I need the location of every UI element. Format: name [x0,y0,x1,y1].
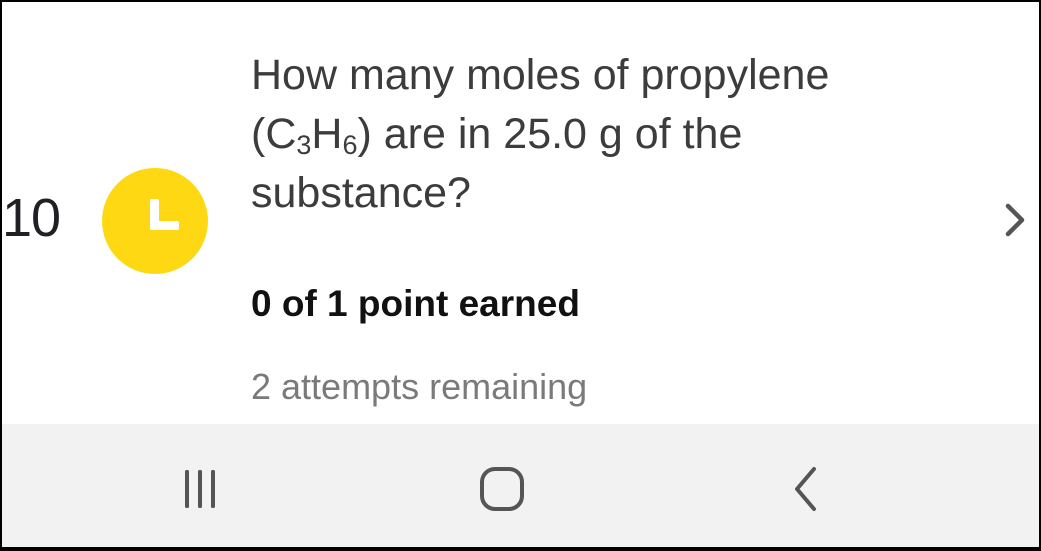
system-nav-bar [2,424,1039,547]
question-number: 10 [2,188,61,248]
clock-icon [102,168,208,274]
question-text-subscript-3: 3 [296,130,312,160]
chevron-right-icon[interactable] [996,200,1036,240]
home-icon[interactable] [467,454,537,524]
question-row[interactable]: 10 How many moles of propylene (C3H6) ar… [2,2,1039,424]
attempts-remaining: 2 attempts remaining [251,366,588,407]
back-icon[interactable] [770,454,840,524]
question-text: How many moles of propylene (C3H6) are i… [251,46,971,223]
question-text-line1: How many moles of propylene [251,51,830,99]
screen: 10 How many moles of propylene (C3H6) ar… [2,2,1039,547]
question-text-line3: substance? [251,169,471,217]
question-text-h: H [311,110,343,158]
recents-icon[interactable] [165,454,235,524]
question-text-paren-open: (C [251,110,297,158]
question-text-line2: ) are in 25.0 g of the [357,110,743,158]
clock-hand-minute [150,221,179,230]
question-text-subscript-6: 6 [342,130,358,160]
points-earned: 0 of 1 point earned [251,283,580,324]
